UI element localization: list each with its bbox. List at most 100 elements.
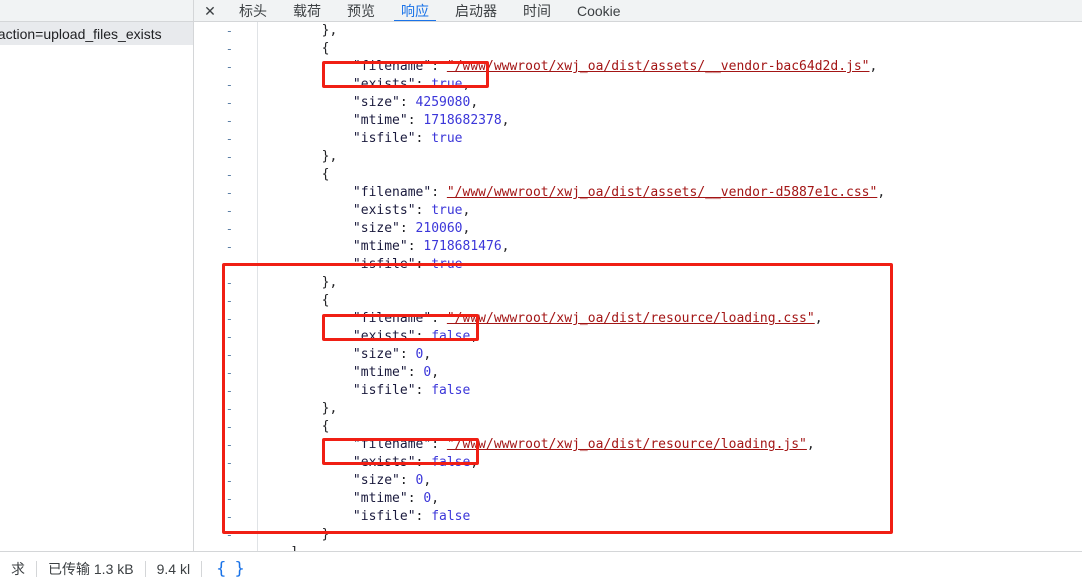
json-key: "exists" xyxy=(352,77,416,92)
gutter-marker[interactable]: - xyxy=(195,454,257,472)
request-list-item-selected[interactable]: ?action=upload_files_exists xyxy=(0,22,193,45)
gutter-marker[interactable]: - xyxy=(195,166,257,184)
json-punctuation: { xyxy=(321,41,330,56)
gutter-marker[interactable]: - xyxy=(195,112,257,130)
json-colon: : xyxy=(431,311,447,326)
json-comma: , xyxy=(431,365,440,380)
pretty-print-icon[interactable]: { } xyxy=(202,559,258,579)
tab-0[interactable]: 标头 xyxy=(226,0,280,21)
gutter-marker[interactable]: - xyxy=(195,418,257,436)
json-line: }, xyxy=(259,400,1082,418)
json-value: false xyxy=(431,383,471,398)
gutter-marker[interactable]: - xyxy=(195,76,257,94)
gutter-marker[interactable]: - xyxy=(195,256,257,274)
json-value[interactable]: "/www/wwwroot/xwj_oa/dist/assets/__vendo… xyxy=(447,185,877,200)
json-value[interactable]: "/www/wwwroot/xwj_oa/dist/assets/__vendo… xyxy=(447,59,870,74)
json-colon: : xyxy=(407,365,424,380)
json-value: true xyxy=(431,257,463,272)
gutter-marker[interactable]: - xyxy=(195,292,257,310)
close-icon[interactable]: ✕ xyxy=(194,0,226,21)
json-key: "filename" xyxy=(352,437,432,452)
tab-label: 时间 xyxy=(523,2,551,19)
gutter-marker[interactable]: - xyxy=(195,94,257,112)
json-line: }, xyxy=(259,274,1082,292)
json-colon: : xyxy=(415,257,432,272)
json-punctuation: }, xyxy=(321,275,338,290)
json-line: "size": 210060, xyxy=(259,220,1082,238)
gutter-marker[interactable]: - xyxy=(195,400,257,418)
gutter-marker[interactable]: - xyxy=(195,58,257,76)
json-value: 210060 xyxy=(415,221,463,236)
json-key: "mtime" xyxy=(352,365,408,380)
json-line: ] xyxy=(259,544,1082,551)
json-key: "filename" xyxy=(352,311,432,326)
json-comma: , xyxy=(806,437,815,452)
json-colon: : xyxy=(415,455,432,470)
json-key: "size" xyxy=(352,221,400,236)
json-line: "mtime": 0, xyxy=(259,490,1082,508)
json-line: { xyxy=(259,292,1082,310)
tab-1[interactable]: 载荷 xyxy=(280,0,334,21)
tab-2[interactable]: 预览 xyxy=(334,0,388,21)
json-key: "filename" xyxy=(352,185,432,200)
gutter-marker[interactable]: - xyxy=(195,526,257,544)
gutter-marker[interactable]: - xyxy=(195,544,257,551)
gutter-marker[interactable]: - xyxy=(195,490,257,508)
gutter-marker[interactable]: - xyxy=(195,130,257,148)
json-value[interactable]: "/www/wwwroot/xwj_oa/dist/resource/loadi… xyxy=(447,437,807,452)
gutter-marker[interactable]: - xyxy=(195,310,257,328)
json-comma: , xyxy=(470,95,479,110)
request-list-panel: ?action=upload_files_exists xyxy=(0,0,194,551)
gutter-marker[interactable]: - xyxy=(195,40,257,58)
json-line: "mtime": 1718681476, xyxy=(259,238,1082,256)
tab-label: 载荷 xyxy=(293,2,321,19)
tab-3[interactable]: 响应 xyxy=(388,0,442,21)
gutter-marker[interactable]: - xyxy=(195,238,257,256)
json-line: { xyxy=(259,166,1082,184)
json-punctuation: { xyxy=(321,293,330,308)
json-colon: : xyxy=(415,131,432,146)
gutter-marker[interactable]: - xyxy=(195,508,257,526)
gutter-marker[interactable]: - xyxy=(195,202,257,220)
json-colon: : xyxy=(407,239,424,254)
json-value: false xyxy=(431,509,471,524)
json-line: "mtime": 0, xyxy=(259,364,1082,382)
json-line: "isfile": false xyxy=(259,382,1082,400)
gutter-marker[interactable]: - xyxy=(195,382,257,400)
tab-5[interactable]: 时间 xyxy=(510,0,564,21)
json-line: "mtime": 1718682378, xyxy=(259,112,1082,130)
json-code-area[interactable]: }, { "filename": "/www/wwwroot/xwj_oa/di… xyxy=(259,22,1082,551)
gutter-marker[interactable]: - xyxy=(195,220,257,238)
json-line: "exists": true, xyxy=(259,76,1082,94)
response-body-viewer: ------------------------------ }, { "fil… xyxy=(195,22,1082,551)
gutter-marker[interactable]: - xyxy=(195,22,257,40)
gutter-marker[interactable]: - xyxy=(195,274,257,292)
tab-6[interactable]: Cookie xyxy=(564,0,634,21)
gutter-marker[interactable]: - xyxy=(195,184,257,202)
gutter-marker[interactable]: - xyxy=(195,472,257,490)
gutter-marker[interactable]: - xyxy=(195,436,257,454)
gutter-marker[interactable]: - xyxy=(195,328,257,346)
tab-label: 预览 xyxy=(347,2,375,19)
gutter-marker[interactable]: - xyxy=(195,364,257,382)
json-key: "filename" xyxy=(352,59,432,74)
json-comma: , xyxy=(470,455,479,470)
gutter-marker[interactable]: - xyxy=(195,346,257,364)
json-value[interactable]: "/www/wwwroot/xwj_oa/dist/resource/loadi… xyxy=(447,311,815,326)
json-comma: , xyxy=(869,59,878,74)
tab-4[interactable]: 启动器 xyxy=(442,0,510,21)
json-colon: : xyxy=(431,437,447,452)
json-key: "isfile" xyxy=(352,509,416,524)
json-line: "isfile": true xyxy=(259,256,1082,274)
gutter-marker[interactable]: - xyxy=(195,148,257,166)
